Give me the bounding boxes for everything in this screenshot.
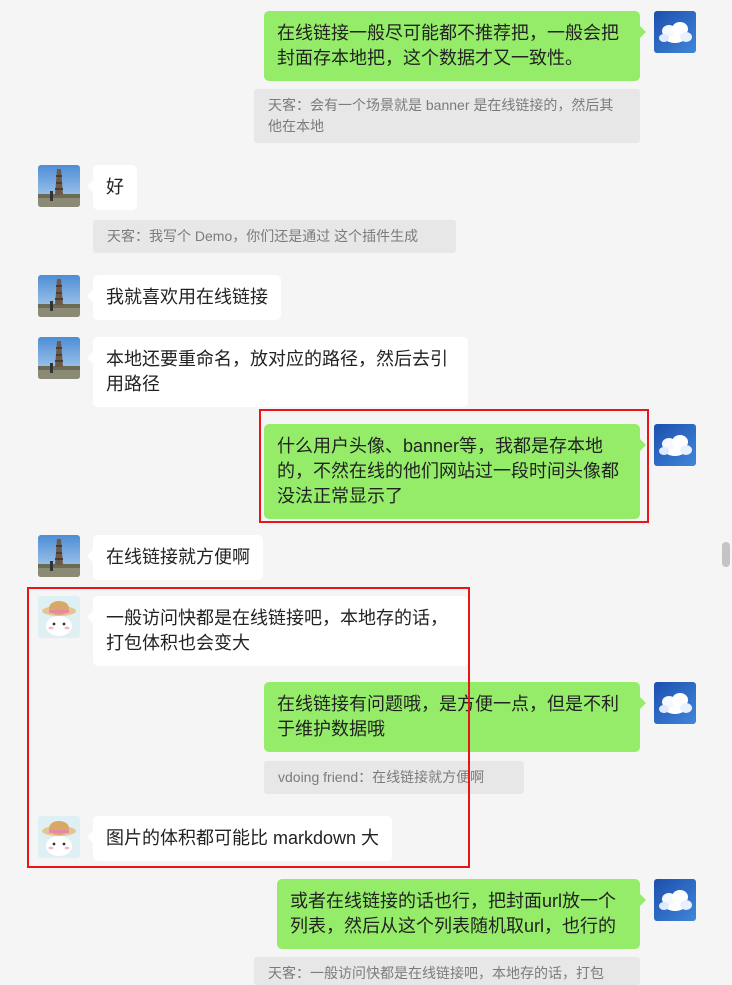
tower-user-avatar[interactable] — [38, 165, 80, 207]
quoted-reply[interactable]: 天客：我写个 Demo，你们还是通过 这个插件生成 — [93, 220, 456, 253]
tower-user-avatar[interactable] — [38, 535, 80, 577]
self-avatar[interactable] — [654, 424, 696, 466]
quoted-reply[interactable]: 天客：一般访问快都是在线链接吧，本地存的话，打包 — [254, 957, 640, 985]
tower-user-avatar[interactable] — [38, 275, 80, 317]
quoted-reply-text: 天客：一般访问快都是在线链接吧，本地存的话，打包 — [268, 965, 604, 981]
message-bubble[interactable]: 在线链接就方便啊 — [87, 535, 263, 580]
quoted-reply-text: 天客：我写个 Demo，你们还是通过 这个插件生成 — [107, 228, 419, 244]
self-avatar[interactable] — [654, 879, 696, 921]
message-bubble[interactable]: 好 — [87, 165, 137, 210]
scrollbar-thumb[interactable] — [722, 542, 730, 567]
message-text: 本地还要重命名，放对应的路径，然后去引用路径 — [106, 349, 448, 394]
message-text: 或者在线链接的话也行，把封面url放一个列表，然后从这个列表随机取url，也行的 — [290, 891, 617, 936]
message-text: 在线链接一般尽可能都不推荐把，一般会把封面存本地把，这个数据才又一致性。 — [277, 23, 619, 68]
tower-user-avatar[interactable] — [38, 337, 80, 379]
message-bubble[interactable]: 或者在线链接的话也行，把封面url放一个列表，然后从这个列表随机取url，也行的 — [277, 879, 646, 949]
self-avatar[interactable] — [654, 11, 696, 53]
highlight-box — [27, 587, 470, 868]
quoted-reply-text: 天客：会有一个场景就是 banner 是在线链接的，然后其他在本地 — [268, 97, 614, 134]
message-bubble[interactable]: 在线链接一般尽可能都不推荐把，一般会把封面存本地把，这个数据才又一致性。 — [264, 11, 646, 81]
highlight-box — [259, 409, 649, 523]
self-avatar[interactable] — [654, 682, 696, 724]
message-bubble[interactable]: 本地还要重命名，放对应的路径，然后去引用路径 — [87, 337, 468, 407]
message-text: 我就喜欢用在线链接 — [106, 287, 268, 307]
message-text: 好 — [106, 177, 124, 197]
message-bubble[interactable]: 我就喜欢用在线链接 — [87, 275, 281, 320]
message-text: 在线链接就方便啊 — [106, 547, 250, 567]
quoted-reply[interactable]: 天客：会有一个场景就是 banner 是在线链接的，然后其他在本地 — [254, 89, 640, 143]
